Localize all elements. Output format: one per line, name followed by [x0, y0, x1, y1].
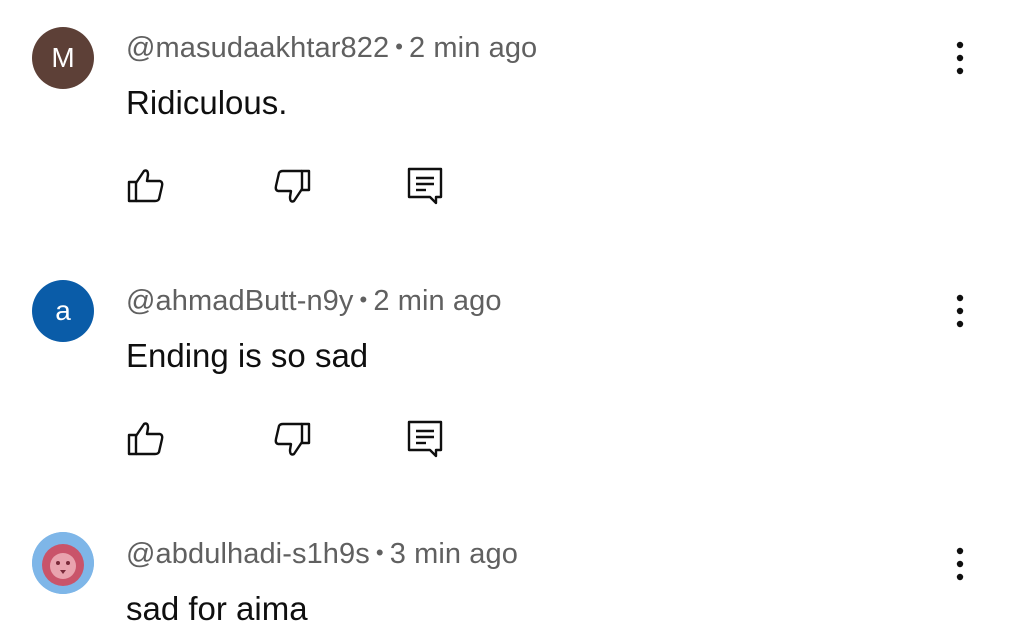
thumb-up-icon[interactable]	[126, 419, 166, 459]
more-vertical-icon[interactable]	[940, 38, 980, 78]
thumb-down-icon[interactable]	[272, 166, 312, 206]
more-vertical-icon[interactable]	[940, 291, 980, 331]
lion-avatar-icon	[32, 532, 94, 594]
comment-time[interactable]: 3 min ago	[390, 538, 518, 570]
reply-icon[interactable]	[406, 419, 446, 459]
avatar[interactable]: a	[32, 280, 94, 342]
comment-author[interactable]: @abdulhadi-s1h9s	[126, 538, 370, 570]
avatar-letter: a	[55, 295, 71, 326]
reply-icon[interactable]	[406, 166, 446, 206]
comment-text: Ending is so sad	[126, 337, 369, 374]
separator: •	[395, 34, 404, 59]
avatar[interactable]	[32, 532, 94, 594]
avatar-letter: M	[51, 42, 75, 73]
comment-meta: @ahmadButt-n9y • 2 min ago	[126, 285, 502, 318]
comment-time[interactable]: 2 min ago	[409, 32, 537, 64]
comment-author[interactable]: @ahmadButt-n9y	[126, 285, 354, 317]
comment-text: Ridiculous.	[126, 84, 288, 121]
comment-text: sad for aima	[126, 590, 308, 627]
comment-time[interactable]: 2 min ago	[373, 285, 501, 317]
separator: •	[359, 287, 368, 312]
comment-meta: @masudaakhtar822 • 2 min ago	[126, 32, 537, 65]
more-vertical-icon[interactable]	[940, 544, 980, 584]
comment-author[interactable]: @masudaakhtar822	[126, 32, 389, 64]
thumb-up-icon[interactable]	[126, 166, 166, 206]
separator: •	[375, 540, 384, 565]
avatar[interactable]: M	[32, 27, 94, 89]
thumb-down-icon[interactable]	[272, 419, 312, 459]
comment-meta: @abdulhadi-s1h9s • 3 min ago	[126, 538, 518, 571]
